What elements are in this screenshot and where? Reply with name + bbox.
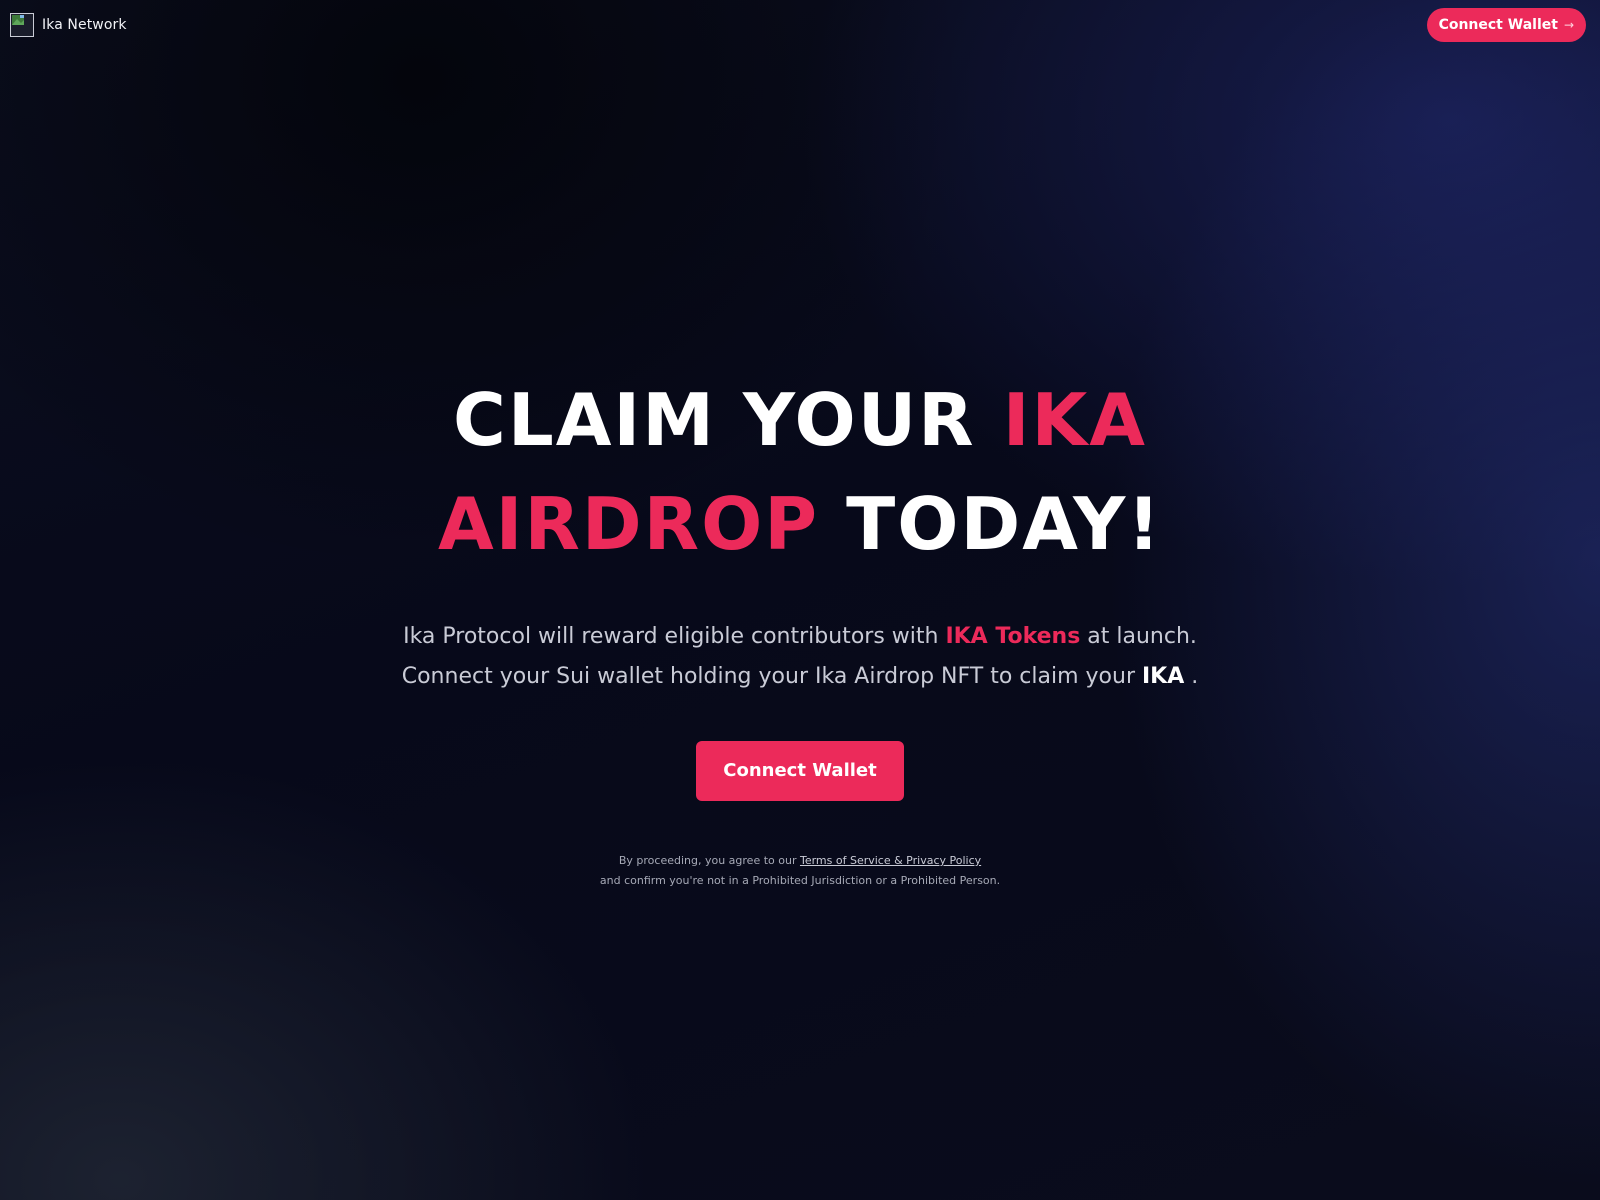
headline-part-claim: CLAIM YOUR [452,378,1003,462]
top-nav: Ika Network Connect Wallet → [0,0,1600,52]
hero-headline: CLAIM YOUR IKA AIRDROP TODAY! [0,368,1600,576]
headline-part-today: TODAY! [819,482,1163,566]
hero-subtitle: Ika Protocol will reward eligible contri… [0,617,1600,697]
subtitle-line1-text: Ika Protocol will reward eligible contri… [403,624,946,649]
headline-accent-airdrop: AIRDROP [437,482,820,566]
legal-disclaimer: By proceeding, you agree to our Terms of… [0,851,1600,891]
brand-logo-broken-image-icon [10,13,34,37]
subtitle-ika: IKA [1141,664,1185,689]
legal-prefix: By proceeding, you agree to our [618,854,800,867]
connect-wallet-nav-button[interactable]: Connect Wallet → [1426,8,1586,42]
broken-image-icon [12,15,24,25]
subtitle-ika-tokens: IKA Tokens [945,624,1081,649]
brand[interactable]: Ika Network [10,13,127,37]
subtitle-line1-end: at launch. [1080,624,1197,649]
connect-wallet-nav-label: Connect Wallet [1438,17,1558,33]
arrow-right-icon: → [1563,18,1574,32]
subtitle-line2-text: Connect your Sui wallet holding your Ika… [401,664,1142,689]
brand-name: Ika Network [42,17,127,33]
connect-wallet-cta-button[interactable]: Connect Wallet [696,741,904,801]
headline-accent-ika: IKA [1002,378,1147,462]
subtitle-line2-end: . [1184,664,1199,689]
legal-line-2: and confirm you're not in a Prohibited J… [599,874,1001,887]
hero-section: CLAIM YOUR IKA AIRDROP TODAY! Ika Protoc… [0,368,1600,891]
legal-line-1: By proceeding, you agree to our Terms of… [0,851,1600,871]
terms-privacy-link[interactable]: Terms of Service & Privacy Policy [800,854,981,867]
